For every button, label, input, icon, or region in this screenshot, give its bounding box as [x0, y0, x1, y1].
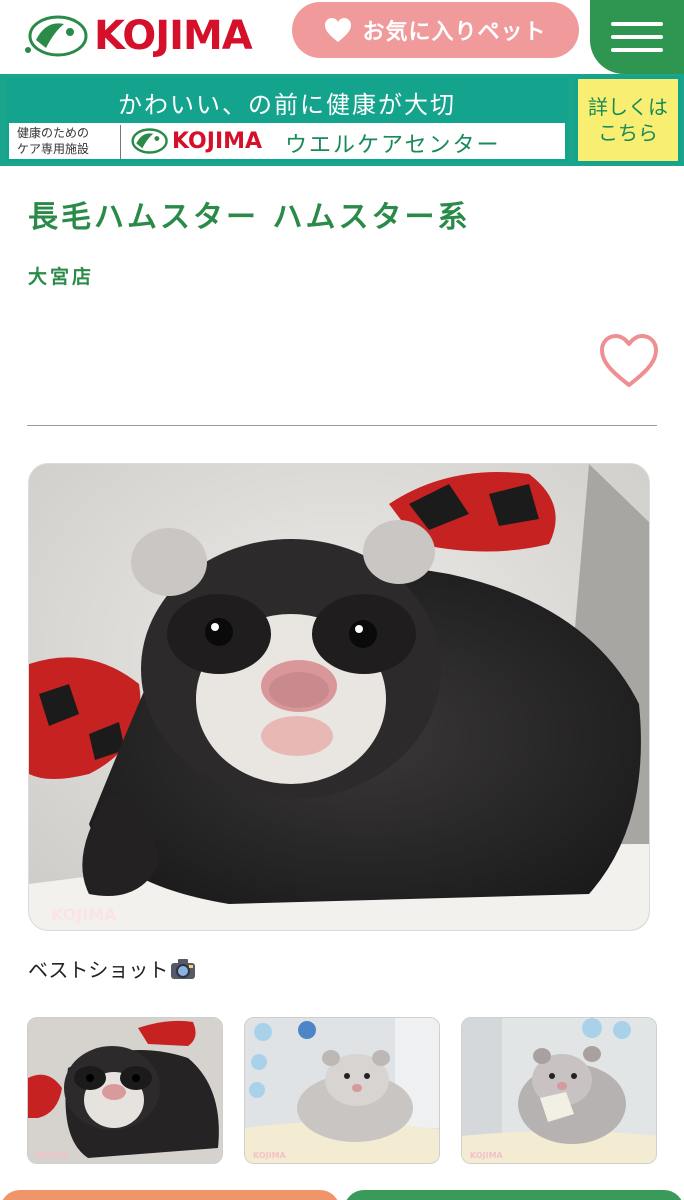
- site-header: KOJIMA お気に入りペット: [0, 0, 684, 74]
- bottom-action-button-right[interactable]: [344, 1190, 684, 1200]
- store-name: 大宮店: [28, 266, 95, 288]
- banner-details-button[interactable]: 詳しくは こちら: [575, 76, 681, 164]
- kojima-logo[interactable]: KOJIMA: [24, 12, 254, 60]
- thumbnail-credit: KOJIMA: [253, 1151, 286, 1160]
- hamster-thumbnail-image: [245, 1018, 439, 1163]
- kojima-mascot-icon: [131, 128, 168, 154]
- ferret-thumbnail-image: [28, 1018, 222, 1163]
- kojima-mascot-icon: [25, 15, 88, 57]
- banner-main[interactable]: かわいい、の前に健康が大切 健康のための ケア専用施設 KOJIMA ウエルケア…: [6, 78, 568, 162]
- camera-icon: [170, 958, 196, 985]
- cta-line-1: 詳しくは: [588, 95, 668, 119]
- menu-line: [611, 48, 663, 52]
- banner-facility-text: 健康のための ケア専用施設: [17, 125, 121, 159]
- main-pet-photo[interactable]: KOJIMA: [28, 463, 650, 931]
- photo-credit-watermark: KOJIMA: [51, 905, 117, 924]
- ferret-photo-image: [29, 464, 649, 930]
- pet-title: 長毛ハムスター ハムスター系: [28, 200, 471, 235]
- thumbnail-3[interactable]: KOJIMA: [461, 1017, 657, 1164]
- banner-center-name: ウエルケアセンター: [285, 133, 501, 158]
- section-divider: [27, 425, 657, 426]
- banner-logo: KOJIMA: [129, 127, 262, 155]
- hamburger-menu-icon[interactable]: [590, 0, 684, 74]
- hamster-eating-thumbnail-image: [462, 1018, 656, 1163]
- thumbnail-credit: KOJIMA: [36, 1151, 69, 1160]
- caption-text: ベストショット: [28, 958, 169, 982]
- thumbnail-credit: KOJIMA: [470, 1151, 503, 1160]
- favorite-pets-button[interactable]: お気に入りペット: [292, 2, 579, 58]
- heart-icon: [324, 17, 352, 43]
- photo-caption: ベストショット: [28, 954, 196, 985]
- facility-line-2: ケア専用施設: [17, 142, 90, 156]
- banner-headline: かわいい、の前に健康が大切: [9, 81, 565, 123]
- logo-text: KOJIMA: [94, 13, 253, 59]
- favorite-pets-label: お気に入りペット: [362, 20, 547, 45]
- heart-outline-icon[interactable]: [598, 333, 660, 389]
- menu-line: [611, 22, 663, 26]
- menu-line: [611, 35, 663, 39]
- wellcare-banner[interactable]: かわいい、の前に健康が大切 健康のための ケア専用施設 KOJIMA ウエルケア…: [0, 74, 684, 166]
- bottom-action-button-left[interactable]: [0, 1190, 340, 1200]
- banner-logo-text: KOJIMA: [172, 128, 263, 154]
- thumbnail-2[interactable]: KOJIMA: [244, 1017, 440, 1164]
- facility-line-1: 健康のための: [17, 126, 90, 140]
- cta-line-2: こちら: [598, 121, 658, 145]
- thumbnail-1[interactable]: KOJIMA: [27, 1017, 223, 1164]
